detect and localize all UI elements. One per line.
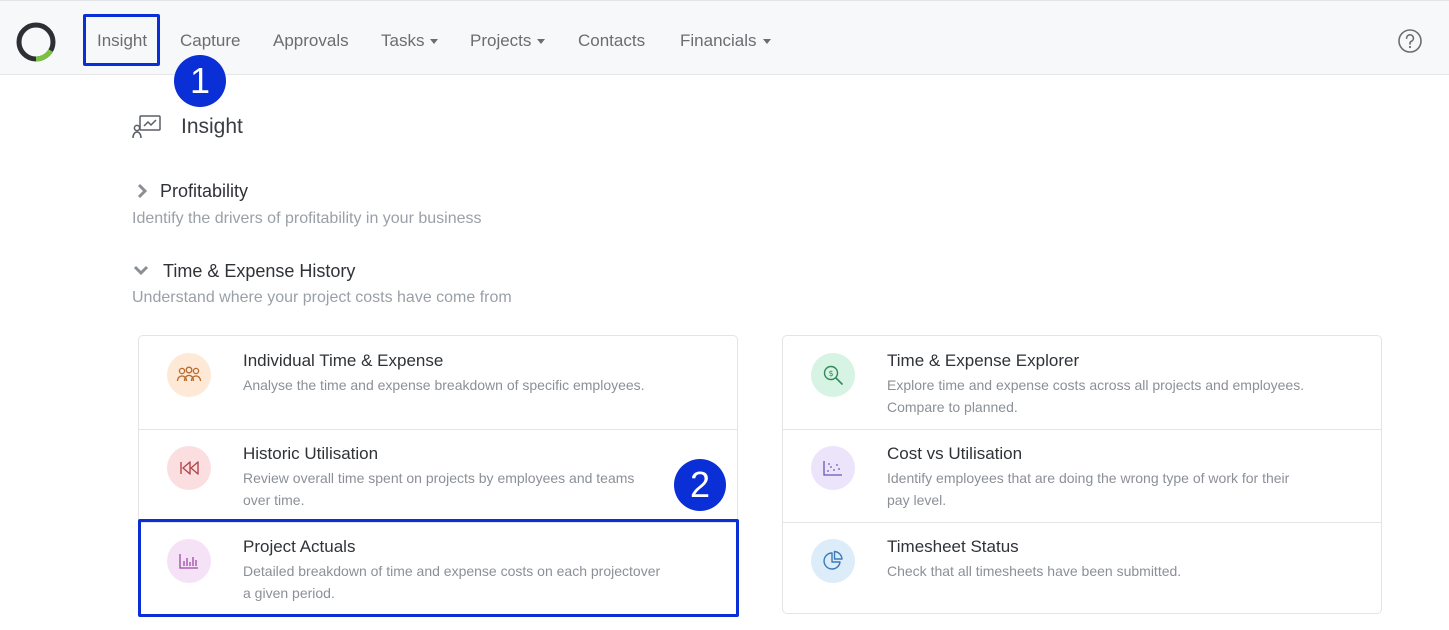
section-title-profitability[interactable]: Profitability <box>160 181 248 202</box>
step-badge-1: 1 <box>174 55 226 107</box>
presentation-chart-icon <box>132 115 161 139</box>
users-icon <box>167 353 211 397</box>
caret-down-icon <box>762 39 771 45</box>
card-title: Individual Time & Expense <box>243 351 444 370</box>
nav-approvals[interactable]: Approvals <box>273 31 349 51</box>
pie-chart-icon <box>811 539 855 583</box>
section-subtitle-profitability: Identify the drivers of profitability in… <box>132 210 482 227</box>
step-badge-2: 2 <box>674 459 726 511</box>
caret-down-icon <box>537 39 546 45</box>
nav-tasks[interactable]: Tasks <box>381 31 439 51</box>
app-logo-icon[interactable] <box>14 20 58 64</box>
money-search-icon: $ <box>811 353 855 397</box>
chevron-right-icon[interactable] <box>134 183 150 199</box>
svg-text:$: $ <box>828 369 833 378</box>
rewind-icon <box>167 446 211 490</box>
card-title: Cost vs Utilisation <box>887 444 1023 463</box>
scatter-icon <box>811 446 855 490</box>
card-description: Review overall time spent on projects by… <box>243 470 635 508</box>
nav-capture[interactable]: Capture <box>180 31 240 51</box>
chevron-down-icon[interactable] <box>133 262 149 278</box>
card-description: Explore time and expense costs across al… <box>887 377 1305 415</box>
report-card-cost-vs-utilisation[interactable]: Cost vs Utilisation Identify employees t… <box>783 429 1381 523</box>
help-icon[interactable] <box>1397 28 1423 54</box>
page-title: Insight <box>181 115 243 138</box>
report-card-historic-utilisation[interactable]: Historic Utilisation Review overall time… <box>139 429 737 523</box>
card-description: Check that all timesheets have been subm… <box>887 563 1182 579</box>
report-card-timesheet-status[interactable]: Timesheet Status Check that all timeshee… <box>783 522 1381 616</box>
caret-down-icon <box>430 39 439 45</box>
card-title: Historic Utilisation <box>243 444 379 463</box>
report-card-individual-time-expense[interactable]: Individual Time & Expense Analyse the ti… <box>139 336 737 430</box>
report-card-list-right: $ Time & Expense Explorer Explore time a… <box>782 335 1382 614</box>
card-title: Timesheet Status <box>887 537 1019 556</box>
card-title: Time & Expense Explorer <box>887 351 1080 370</box>
project-actuals-highlight-box <box>138 519 739 617</box>
section-subtitle-time-expense-history: Understand where your project costs have… <box>132 289 512 306</box>
report-card-time-expense-explorer[interactable]: $ Time & Expense Explorer Explore time a… <box>783 336 1381 430</box>
card-description: Identify employees that are doing the wr… <box>887 470 1290 508</box>
insight-highlight-box <box>83 14 160 66</box>
nav-contacts[interactable]: Contacts <box>578 31 645 51</box>
section-title-time-expense-history[interactable]: Time & Expense History <box>163 261 355 282</box>
nav-projects[interactable]: Projects <box>470 31 546 51</box>
card-description: Analyse the time and expense breakdown o… <box>243 377 645 393</box>
nav-financials[interactable]: Financials <box>680 31 771 51</box>
